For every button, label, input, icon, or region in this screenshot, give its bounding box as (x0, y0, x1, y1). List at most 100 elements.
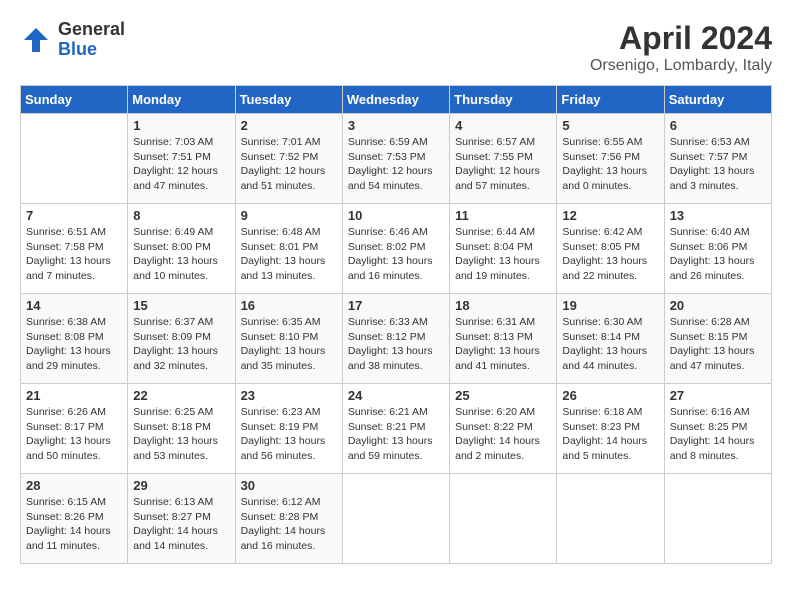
day-info: Sunrise: 6:38 AM Sunset: 8:08 PM Dayligh… (26, 315, 122, 374)
day-info: Sunrise: 6:59 AM Sunset: 7:53 PM Dayligh… (348, 135, 444, 194)
calendar-cell: 2 Sunrise: 7:01 AM Sunset: 7:52 PM Daylig… (235, 114, 342, 204)
day-number: 5 (562, 118, 658, 133)
day-info: Sunrise: 6:21 AM Sunset: 8:21 PM Dayligh… (348, 405, 444, 464)
day-info: Sunrise: 6:30 AM Sunset: 8:14 PM Dayligh… (562, 315, 658, 374)
day-number: 27 (670, 388, 766, 403)
calendar-cell (21, 114, 128, 204)
title-block: April 2024 Orsenigo, Lombardy, Italy (590, 20, 772, 75)
day-info: Sunrise: 6:15 AM Sunset: 8:26 PM Dayligh… (26, 495, 122, 554)
week-row-2: 7 Sunrise: 6:51 AM Sunset: 7:58 PM Daylig… (21, 204, 772, 294)
day-number: 4 (455, 118, 551, 133)
calendar-cell: 10Sunrise: 6:46 AM Sunset: 8:02 PM Dayli… (342, 204, 449, 294)
calendar-cell: 7 Sunrise: 6:51 AM Sunset: 7:58 PM Daylig… (21, 204, 128, 294)
day-number: 1 (133, 118, 229, 133)
calendar-cell (450, 474, 557, 564)
day-info: Sunrise: 6:53 AM Sunset: 7:57 PM Dayligh… (670, 135, 766, 194)
day-info: Sunrise: 6:55 AM Sunset: 7:56 PM Dayligh… (562, 135, 658, 194)
day-number: 16 (241, 298, 337, 313)
day-number: 8 (133, 208, 229, 223)
calendar-cell: 25 Sunrise: 6:20 AM Sunset: 8:22 PM Dayli… (450, 384, 557, 474)
header-cell-saturday: Saturday (664, 86, 771, 114)
calendar-cell: 9 Sunrise: 6:48 AM Sunset: 8:01 PM Daylig… (235, 204, 342, 294)
calendar-cell: 3 Sunrise: 6:59 AM Sunset: 7:53 PM Daylig… (342, 114, 449, 204)
header-cell-sunday: Sunday (21, 86, 128, 114)
calendar-cell: 30 Sunrise: 6:12 AM Sunset: 8:28 PM Dayli… (235, 474, 342, 564)
header: General Blue April 2024 Orsenigo, Lombar… (20, 20, 772, 75)
day-info: Sunrise: 6:57 AM Sunset: 7:55 PM Dayligh… (455, 135, 551, 194)
header-cell-wednesday: Wednesday (342, 86, 449, 114)
day-number: 19 (562, 298, 658, 313)
calendar-cell: 24Sunrise: 6:21 AM Sunset: 8:21 PM Dayli… (342, 384, 449, 474)
day-info: Sunrise: 6:42 AM Sunset: 8:05 PM Dayligh… (562, 225, 658, 284)
day-number: 30 (241, 478, 337, 493)
calendar-cell: 29Sunrise: 6:13 AM Sunset: 8:27 PM Dayli… (128, 474, 235, 564)
day-info: Sunrise: 6:23 AM Sunset: 8:19 PM Dayligh… (241, 405, 337, 464)
location: Orsenigo, Lombardy, Italy (590, 57, 772, 75)
calendar-cell: 20 Sunrise: 6:28 AM Sunset: 8:15 PM Dayli… (664, 294, 771, 384)
calendar-cell: 15 Sunrise: 6:37 AM Sunset: 8:09 PM Dayli… (128, 294, 235, 384)
calendar-cell: 28 Sunrise: 6:15 AM Sunset: 8:26 PM Dayli… (21, 474, 128, 564)
day-info: Sunrise: 6:37 AM Sunset: 8:09 PM Dayligh… (133, 315, 229, 374)
day-info: Sunrise: 7:01 AM Sunset: 7:52 PM Dayligh… (241, 135, 337, 194)
day-info: Sunrise: 6:20 AM Sunset: 8:22 PM Dayligh… (455, 405, 551, 464)
calendar-cell: 23 Sunrise: 6:23 AM Sunset: 8:19 PM Dayli… (235, 384, 342, 474)
day-number: 14 (26, 298, 122, 313)
header-cell-thursday: Thursday (450, 86, 557, 114)
calendar-table: SundayMondayTuesdayWednesdayThursdayFrid… (20, 85, 772, 564)
day-info: Sunrise: 6:51 AM Sunset: 7:58 PM Dayligh… (26, 225, 122, 284)
day-number: 7 (26, 208, 122, 223)
calendar-cell: 19 Sunrise: 6:30 AM Sunset: 8:14 PM Dayli… (557, 294, 664, 384)
week-row-5: 28 Sunrise: 6:15 AM Sunset: 8:26 PM Dayli… (21, 474, 772, 564)
header-cell-friday: Friday (557, 86, 664, 114)
calendar-cell: 13Sunrise: 6:40 AM Sunset: 8:06 PM Dayli… (664, 204, 771, 294)
day-number: 29 (133, 478, 229, 493)
day-number: 28 (26, 478, 122, 493)
calendar-cell: 11 Sunrise: 6:44 AM Sunset: 8:04 PM Dayli… (450, 204, 557, 294)
day-info: Sunrise: 6:31 AM Sunset: 8:13 PM Dayligh… (455, 315, 551, 374)
calendar-cell: 22Sunrise: 6:25 AM Sunset: 8:18 PM Dayli… (128, 384, 235, 474)
day-info: Sunrise: 6:28 AM Sunset: 8:15 PM Dayligh… (670, 315, 766, 374)
day-number: 11 (455, 208, 551, 223)
calendar-cell: 21 Sunrise: 6:26 AM Sunset: 8:17 PM Dayli… (21, 384, 128, 474)
calendar-cell: 5 Sunrise: 6:55 AM Sunset: 7:56 PM Daylig… (557, 114, 664, 204)
calendar-cell: 1 Sunrise: 7:03 AM Sunset: 7:51 PM Daylig… (128, 114, 235, 204)
day-number: 9 (241, 208, 337, 223)
logo-icon (20, 24, 52, 56)
day-number: 21 (26, 388, 122, 403)
day-number: 17 (348, 298, 444, 313)
day-number: 3 (348, 118, 444, 133)
day-number: 20 (670, 298, 766, 313)
calendar-cell: 27 Sunrise: 6:16 AM Sunset: 8:25 PM Dayli… (664, 384, 771, 474)
calendar-cell: 6 Sunrise: 6:53 AM Sunset: 7:57 PM Daylig… (664, 114, 771, 204)
week-row-1: 1 Sunrise: 7:03 AM Sunset: 7:51 PM Daylig… (21, 114, 772, 204)
day-info: Sunrise: 6:12 AM Sunset: 8:28 PM Dayligh… (241, 495, 337, 554)
day-info: Sunrise: 6:44 AM Sunset: 8:04 PM Dayligh… (455, 225, 551, 284)
day-info: Sunrise: 6:35 AM Sunset: 8:10 PM Dayligh… (241, 315, 337, 374)
day-number: 26 (562, 388, 658, 403)
day-info: Sunrise: 6:49 AM Sunset: 8:00 PM Dayligh… (133, 225, 229, 284)
week-row-4: 21 Sunrise: 6:26 AM Sunset: 8:17 PM Dayli… (21, 384, 772, 474)
day-number: 6 (670, 118, 766, 133)
calendar-cell: 8 Sunrise: 6:49 AM Sunset: 8:00 PM Daylig… (128, 204, 235, 294)
day-info: Sunrise: 7:03 AM Sunset: 7:51 PM Dayligh… (133, 135, 229, 194)
calendar-cell: 18Sunrise: 6:31 AM Sunset: 8:13 PM Dayli… (450, 294, 557, 384)
calendar-cell: 16 Sunrise: 6:35 AM Sunset: 8:10 PM Dayli… (235, 294, 342, 384)
day-number: 22 (133, 388, 229, 403)
logo: General Blue (20, 20, 125, 60)
day-number: 15 (133, 298, 229, 313)
day-number: 13 (670, 208, 766, 223)
day-info: Sunrise: 6:48 AM Sunset: 8:01 PM Dayligh… (241, 225, 337, 284)
day-number: 25 (455, 388, 551, 403)
month-year: April 2024 (590, 20, 772, 57)
calendar-cell (664, 474, 771, 564)
day-info: Sunrise: 6:16 AM Sunset: 8:25 PM Dayligh… (670, 405, 766, 464)
calendar-cell (342, 474, 449, 564)
day-number: 2 (241, 118, 337, 133)
day-info: Sunrise: 6:26 AM Sunset: 8:17 PM Dayligh… (26, 405, 122, 464)
header-cell-monday: Monday (128, 86, 235, 114)
header-cell-tuesday: Tuesday (235, 86, 342, 114)
calendar-cell: 12Sunrise: 6:42 AM Sunset: 8:05 PM Dayli… (557, 204, 664, 294)
day-info: Sunrise: 6:46 AM Sunset: 8:02 PM Dayligh… (348, 225, 444, 284)
header-row: SundayMondayTuesdayWednesdayThursdayFrid… (21, 86, 772, 114)
day-number: 23 (241, 388, 337, 403)
